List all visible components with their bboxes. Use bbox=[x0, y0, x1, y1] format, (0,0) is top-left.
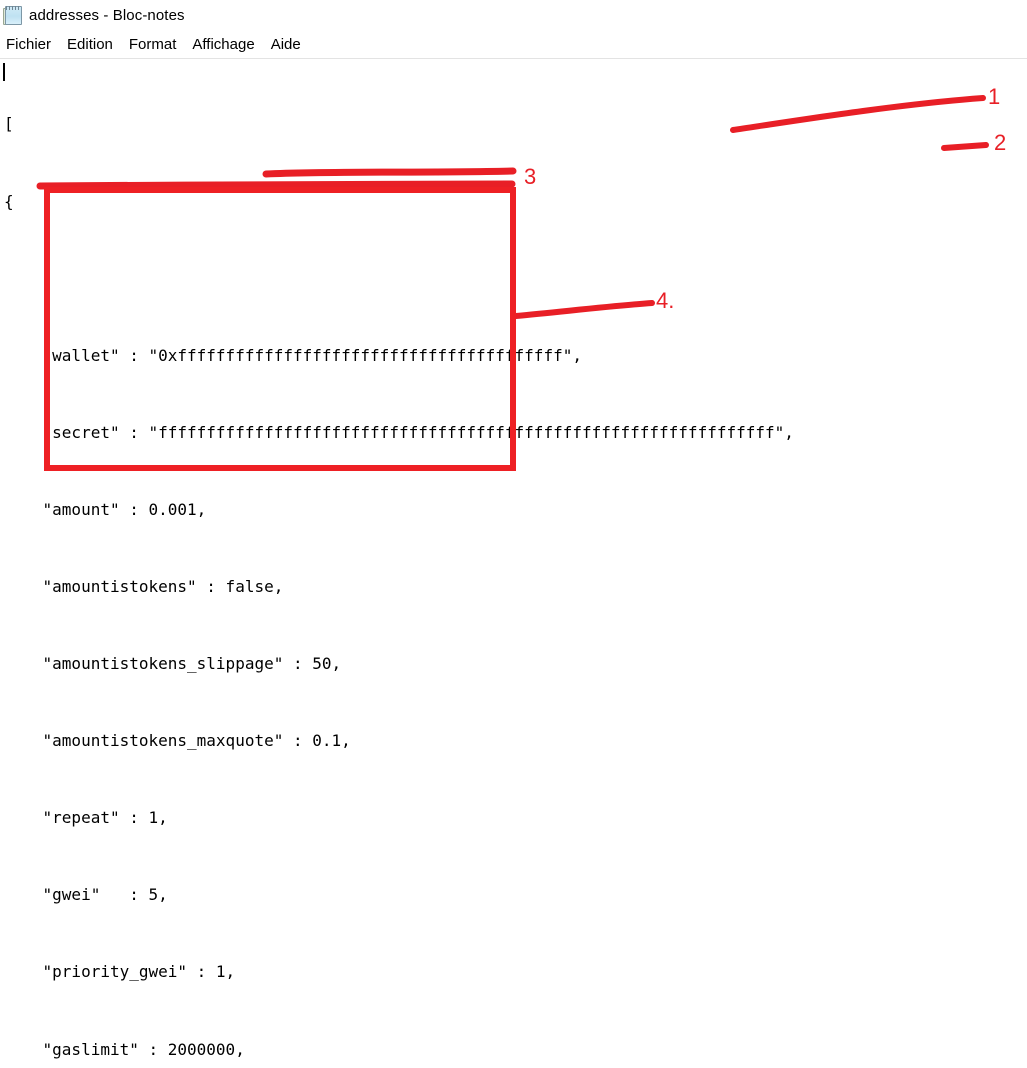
text-line: [ bbox=[4, 114, 14, 134]
text-line-gwei: "gwei" : 5, bbox=[4, 885, 168, 905]
text-line-amountistokens: "amountistokens" : false, bbox=[4, 576, 284, 596]
menu-bar: Fichier Edition Format Affichage Aide bbox=[0, 32, 1027, 58]
text-line-priority-gwei: "priority_gwei" : 1, bbox=[4, 962, 236, 982]
menu-item-edition[interactable]: Edition bbox=[59, 35, 121, 55]
menu-item-format[interactable]: Format bbox=[121, 35, 185, 55]
notepad-text-area[interactable]: [ { "wallet" : "0xffffffffffffffffffffff… bbox=[0, 60, 1027, 1059]
text-line-secret: "secret" : "ffffffffffffffffffffffffffff… bbox=[4, 422, 794, 442]
text-line: { bbox=[4, 191, 14, 211]
window-title: addresses - Bloc-notes bbox=[29, 6, 185, 24]
text-line-wallet: "wallet" : "0xffffffffffffffffffffffffff… bbox=[4, 345, 582, 365]
text-line-amount: "amount" : 0.001, bbox=[4, 499, 207, 519]
notepad-icon bbox=[3, 6, 22, 25]
menu-item-aide[interactable]: Aide bbox=[263, 35, 309, 55]
text-line-amountistokens-maxquote: "amountistokens_maxquote" : 0.1, bbox=[4, 731, 351, 751]
menu-item-fichier[interactable]: Fichier bbox=[0, 35, 59, 55]
text-line-amountistokens-slippage: "amountistokens_slippage" : 50, bbox=[4, 654, 342, 674]
text-line-repeat: "repeat" : 1, bbox=[4, 808, 168, 828]
text-caret bbox=[3, 63, 5, 81]
text-line-gaslimit: "gaslimit" : 2000000, bbox=[4, 1039, 245, 1059]
menu-bar-separator bbox=[0, 58, 1027, 59]
text-line bbox=[4, 266, 1027, 292]
menu-item-affichage[interactable]: Affichage bbox=[184, 35, 262, 55]
notepad-icon-spiral bbox=[6, 6, 19, 10]
window-title-bar: addresses - Bloc-notes bbox=[0, 0, 1027, 30]
